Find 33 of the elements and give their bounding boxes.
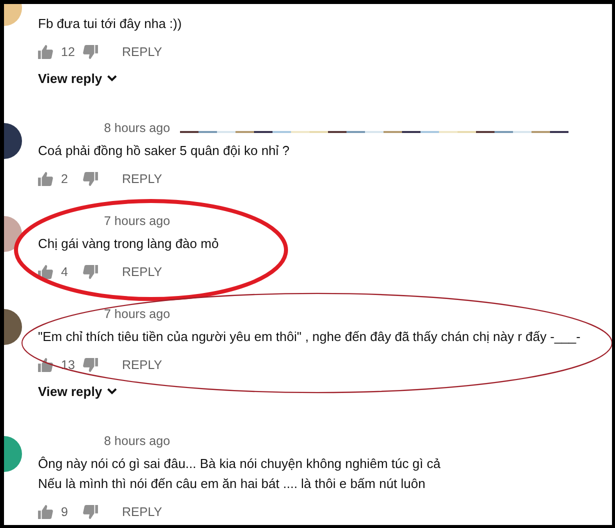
comment-text: Chị gái vàng trong làng đào mỏ — [38, 235, 220, 253]
reply-button[interactable]: REPLY — [118, 172, 166, 186]
like-count: 4 — [61, 265, 69, 279]
comment-time[interactable]: 7 hours ago — [104, 214, 170, 228]
reply-button[interactable]: REPLY — [118, 265, 166, 279]
view-reply-button[interactable]: View reply — [38, 68, 118, 88]
reply-button[interactable]: REPLY — [118, 45, 166, 59]
thumbs-up-icon[interactable] — [38, 172, 53, 186]
comment-text: Ông này nói có gì sai đâu... Bà kia nói chuyện không nghiêm túc gì cả — [38, 455, 442, 473]
comment-text: Nếu là mình thì nói đến câu em ăn hai bát .... là thôi e bấm nút luôn — [38, 475, 426, 493]
comment-time[interactable]: 8 hours ago — [104, 121, 170, 135]
like-count: 9 — [61, 505, 69, 519]
comment-text: Coá phải đồng hồ saker 5 quân đội ko nhỉ ? — [38, 142, 291, 160]
comment-time[interactable]: 7 hours ago — [104, 307, 170, 321]
comment-text: Fb đưa tui tới đây nha :)) — [38, 15, 183, 33]
thumbs-up-icon[interactable] — [38, 505, 53, 519]
thumbs-down-icon[interactable] — [83, 505, 98, 519]
reply-button[interactable]: REPLY — [118, 505, 166, 519]
comment-text: "Em chỉ thích tiêu tiền của người yêu em thôi" , nghe đến đây đã thấy chán chị này r đấy -___- — [38, 328, 582, 346]
thumbs-down-icon[interactable] — [83, 358, 98, 372]
thumbs-up-icon[interactable] — [38, 358, 53, 372]
like-count: 12 — [61, 45, 76, 59]
comment-time[interactable]: 8 hours ago — [104, 434, 170, 448]
thumbs-down-icon[interactable] — [83, 45, 98, 59]
reply-button[interactable]: REPLY — [118, 358, 166, 372]
thumbs-down-icon[interactable] — [83, 172, 98, 186]
thumbs-down-icon[interactable] — [83, 265, 98, 279]
thumbs-up-icon[interactable] — [38, 45, 53, 59]
like-count: 2 — [61, 172, 69, 186]
chevron-down-icon — [107, 388, 118, 394]
view-reply-button[interactable]: View reply — [38, 381, 118, 401]
thumbs-up-icon[interactable] — [38, 265, 53, 279]
chevron-down-icon — [107, 74, 118, 82]
